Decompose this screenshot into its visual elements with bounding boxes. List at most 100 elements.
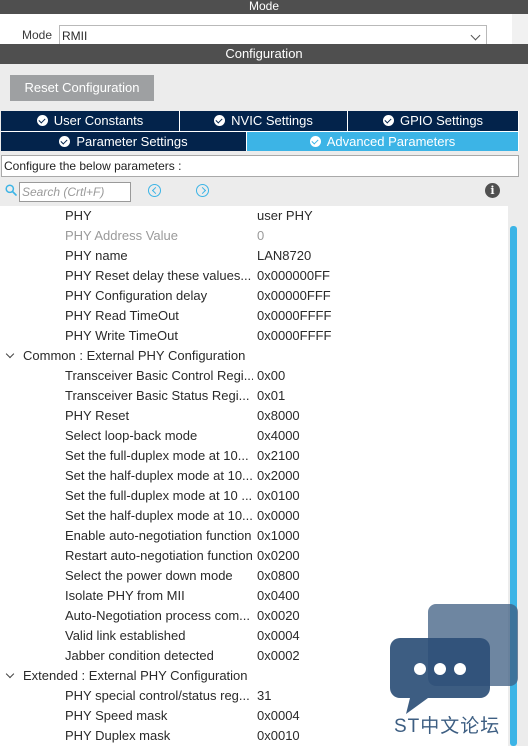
parameter-row[interactable]: Valid link established 0x0004 [0,626,508,646]
parameter-name: Transceiver Basic Control Regi... [65,368,253,383]
parameter-value[interactable]: 0x01 [257,386,285,406]
parameter-row[interactable]: Jabber condition detected 0x0002 [0,646,508,666]
chevron-left-circle-icon[interactable] [148,184,161,197]
parameter-value[interactable]: 0x00 [257,366,285,386]
parameter-value[interactable]: 31 [257,686,271,706]
parameter-row[interactable]: Enable auto-negotiation function 0x1000 [0,526,508,546]
mode-label: Mode [22,28,53,42]
tab-advanced-parameters-label: Advanced Parameters [326,134,456,149]
parameter-name: Jabber condition detected [65,648,214,663]
watermark-text: ST中文论坛 [394,716,501,737]
tab-nvic-settings[interactable]: NVIC Settings [180,111,348,131]
tab-user-constants[interactable]: User Constants [1,111,180,131]
parameter-row[interactable]: Select loop-back mode 0x4000 [0,426,508,446]
parameter-row[interactable]: Set the full-duplex mode at 10 ... 0x0100 [0,486,508,506]
parameter-row[interactable]: Transceiver Basic Control Regi... 0x00 [0,366,508,386]
parameter-row[interactable]: PHY Reset delay these values... 0x000000F… [0,266,508,286]
parameter-value[interactable]: 0x0004 [257,626,300,646]
parameter-name: PHY Write TimeOut [65,328,178,343]
parameter-value[interactable]: 0x0004 [257,706,300,726]
check-circle-icon [36,115,48,126]
parameter-row[interactable]: PHY Write TimeOut 0x0000FFFF [0,326,508,346]
parameter-name: Isolate PHY from MII [65,588,185,603]
vertical-scrollbar-thumb[interactable] [510,226,517,746]
parameter-value[interactable]: 0x2100 [257,446,300,466]
parameter-name: Set the full-duplex mode at 10 ... [65,488,253,503]
parameter-value[interactable]: 0x000000FF [257,266,330,286]
parameter-name: PHY Reset [65,408,130,423]
tree-group[interactable]: Common : External PHY Configuration [0,346,508,366]
parameter-name: Set the half-duplex mode at 10... [65,508,253,523]
parameter-value[interactable]: user PHY [257,206,313,226]
parameter-name: PHY Read TimeOut [65,308,179,323]
parameter-row[interactable]: Set the half-duplex mode at 10... 0x0000 [0,506,508,526]
parameter-row[interactable]: Auto-Negotiation process com... 0x0020 [0,606,508,626]
info-icon[interactable]: i [485,183,500,198]
parameter-name: Valid link established [65,628,186,643]
group-label: Extended : External PHY Configuration [23,668,248,683]
parameter-value[interactable]: 0x8000 [257,406,300,426]
parameter-row[interactable]: Select the power down mode 0x0800 [0,566,508,586]
tab-parameter-settings[interactable]: Parameter Settings [1,131,247,151]
parameter-value[interactable]: 0x0800 [257,566,300,586]
parameter-value[interactable]: 0x00000FFF [257,286,331,306]
mode-select-value: RMII [62,29,88,43]
parameter-row[interactable]: PHY Read TimeOut 0x0000FFFF [0,306,508,326]
parameter-row[interactable]: Restart auto-negotiation function 0x0200 [0,546,508,566]
check-circle-icon [309,136,321,147]
chevron-down-icon[interactable] [5,349,15,359]
parameter-name: PHY Address Value [65,228,178,243]
chevron-down-icon[interactable] [5,669,15,679]
parameter-row[interactable]: PHY name LAN8720 [0,246,508,266]
parameter-value[interactable]: 0x1000 [257,526,300,546]
parameter-value[interactable]: 0x0100 [257,486,300,506]
mode-panel-title: Mode [0,0,528,14]
parameter-row[interactable]: PHY user PHY [0,206,508,226]
parameter-value[interactable]: 0 [257,226,264,246]
tab-advanced-parameters[interactable]: Advanced Parameters [247,131,519,151]
parameter-name: Set the half-duplex mode at 10... [65,468,253,483]
reset-configuration-button[interactable]: Reset Configuration [10,75,154,101]
tab-gpio-settings[interactable]: GPIO Settings [348,111,519,131]
tab-user-constants-label: User Constants [53,113,144,128]
parameter-row[interactable]: Set the half-duplex mode at 10... 0x2000 [0,466,508,486]
tab-parameter-settings-label: Parameter Settings [76,134,188,149]
parameter-name: Auto-Negotiation process com... [65,608,250,623]
parameter-name: PHY Duplex mask [65,728,171,743]
parameter-value[interactable]: LAN8720 [257,246,311,266]
parameter-value[interactable]: 0x4000 [257,426,300,446]
parameter-value[interactable]: 0x0010 [257,726,300,746]
parameter-value[interactable]: 0x2000 [257,466,300,486]
mode-panel: Mode RMII [0,14,528,44]
parameter-row[interactable]: PHY Configuration delay 0x00000FFF [0,286,508,306]
tree-group[interactable]: Extended : External PHY Configuration [0,666,508,686]
parameter-row[interactable]: Transceiver Basic Status Regi... 0x01 [0,386,508,406]
parameter-row[interactable]: PHY Address Value 0 [0,226,508,246]
parameter-value[interactable]: 0x0000 [257,506,300,526]
mode-panel-scrollbar[interactable] [512,14,528,44]
parameter-name: Enable auto-negotiation function [65,528,252,543]
parameter-name: Restart auto-negotiation function [65,548,253,563]
parameter-value[interactable]: 0x0000FFFF [257,326,331,346]
chevron-right-circle-icon[interactable] [196,184,209,197]
parameter-value[interactable]: 0x0002 [257,646,300,666]
parameter-name: PHY Configuration delay [65,288,208,303]
parameter-name: PHY Reset delay these values... [65,268,252,283]
parameter-value[interactable]: 0x0020 [257,606,300,626]
parameter-value[interactable]: 0x0000FFFF [257,306,331,326]
parameter-value[interactable]: 0x0200 [257,546,300,566]
configure-hint: Configure the below parameters : [1,155,519,177]
parameter-row[interactable]: PHY Reset 0x8000 [0,406,508,426]
parameter-name: Transceiver Basic Status Regi... [65,388,250,403]
parameter-row[interactable]: Set the full-duplex mode at 10... 0x2100 [0,446,508,466]
parameter-row[interactable]: Isolate PHY from MII 0x0400 [0,586,508,606]
search-input[interactable]: Search (Crtl+F) [19,182,131,202]
parameter-value[interactable]: 0x0400 [257,586,300,606]
check-circle-icon [59,136,71,147]
parameter-row[interactable]: PHY special control/status reg... 31 [0,686,508,706]
mode-select[interactable]: RMII [59,25,487,44]
search-icon[interactable] [5,184,17,196]
parameter-name: PHY name [65,248,128,263]
configuration-panel-title: Configuration [0,44,528,64]
parameter-name: PHY [65,208,92,223]
